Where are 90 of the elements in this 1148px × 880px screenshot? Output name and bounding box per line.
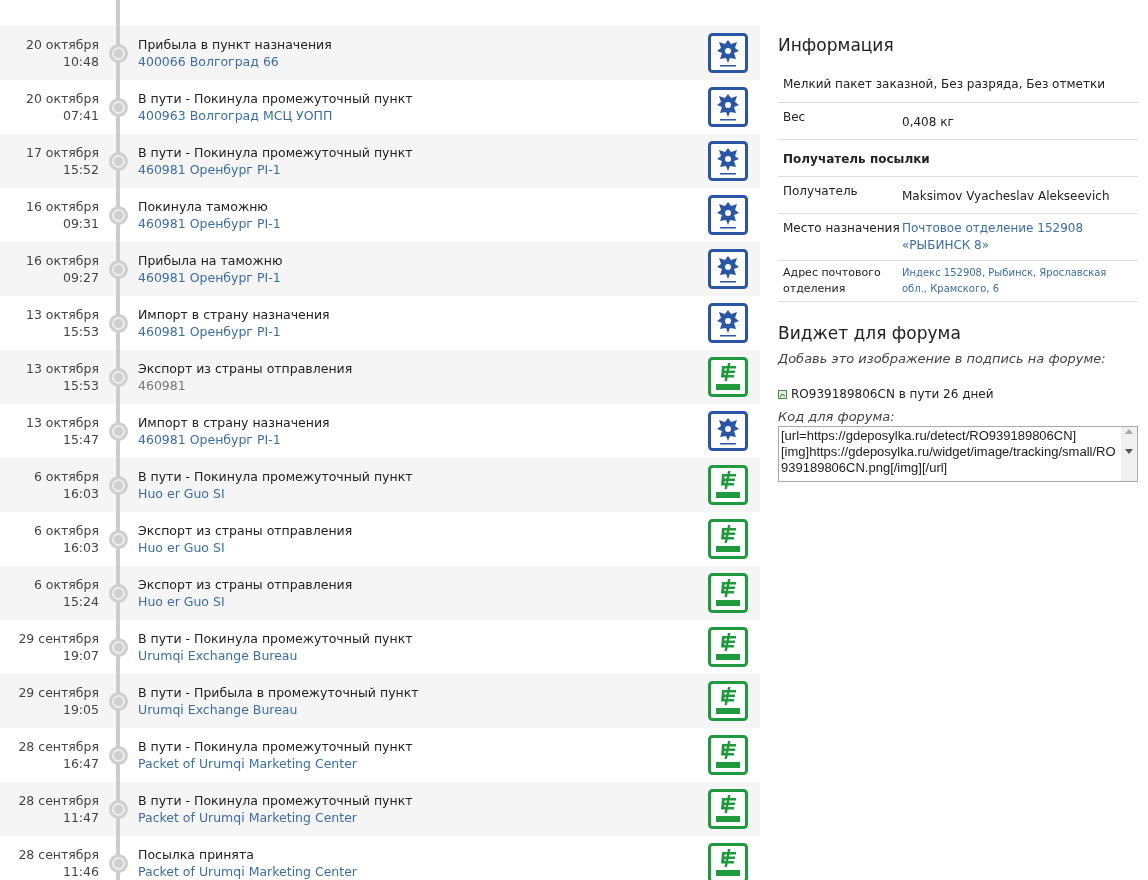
event-time: 09:27 <box>62 269 99 286</box>
location-link[interactable]: Huo er Guo SI <box>138 593 225 610</box>
info-heading: Информация <box>778 34 895 56</box>
info-value: Maksimov Vyacheslav Alekseevich <box>902 189 1110 203</box>
location-link[interactable]: 400963 Волгоград МСЦ УОПП <box>138 107 333 124</box>
event-status: В пути - Покинула промежуточный пункт <box>138 738 414 755</box>
event-time: 15:47 <box>62 431 99 448</box>
location-link[interactable]: 460981 Оренбург PI-1 <box>138 269 281 286</box>
event-status: В пути - Прибыла в промежуточный пункт <box>138 684 420 701</box>
post-emblem-icon <box>708 573 748 613</box>
location-link[interactable]: Urumqi Exchange Bureau <box>138 647 298 664</box>
code-textarea[interactable]: [url=https://gdeposylka.ru/detect/RO939189806CN][img]https://gdeposylka.ru/widget/image/tracking/small/RO939189806CN.png[/img][/url] <box>778 426 1138 482</box>
event-date: 6 октября <box>33 522 99 539</box>
image-icon <box>778 389 787 399</box>
event-status: В пути - Покинула промежуточный пункт <box>138 792 414 809</box>
event-time: 19:05 <box>62 701 99 718</box>
event-time: 11:46 <box>62 863 99 880</box>
location-link[interactable]: Huo er Guo SI <box>138 485 225 502</box>
event-location: 460981 <box>138 377 186 394</box>
info-label: Вес <box>783 109 807 126</box>
event-status: Посылка принята <box>138 846 255 863</box>
widget-heading: Виджет для форума <box>778 322 962 344</box>
event-status: Прибыла в пункт назначения <box>138 36 333 53</box>
location-link[interactable]: 460981 Оренбург PI-1 <box>138 323 281 340</box>
info-text: Мелкий пакет заказной, Без разряда, Без отметки <box>783 77 1105 91</box>
value-link[interactable]: Почтовое отделение 152908 «РЫБИНСК 8» <box>902 220 1133 254</box>
location-link[interactable]: 460981 Оренбург PI-1 <box>138 161 281 178</box>
post-emblem-icon <box>708 789 748 829</box>
location-link[interactable]: Urumqi Exchange Bureau <box>138 701 298 718</box>
post-emblem-icon <box>708 357 748 397</box>
info-label: Место назначения <box>783 220 901 237</box>
event-status: В пути - Покинула промежуточный пункт <box>138 90 414 107</box>
post-emblem-icon <box>708 735 748 775</box>
event-status: Экспорт из страны отправления <box>138 360 354 377</box>
event-date: 20 октября <box>25 36 99 53</box>
widget-hint: Добавь это изображение в подпись на форуме: <box>778 350 1107 368</box>
location-link[interactable]: Packet of Urumqi Marketing Center <box>138 863 357 880</box>
event-date: 6 октября <box>33 468 99 485</box>
event-status: Импорт в страну назначения <box>138 306 331 323</box>
event-time: 16:47 <box>62 755 99 772</box>
event-status: Покинула таможню <box>138 198 269 215</box>
event-time: 15:52 <box>62 161 99 178</box>
event-date: 29 сентября <box>18 630 99 647</box>
event-date: 20 октября <box>25 90 99 107</box>
event-time: 15:53 <box>62 377 99 394</box>
event-status: Экспорт из страны отправления <box>138 522 354 539</box>
info-label: Получатель <box>783 183 859 200</box>
scroll-down-icon[interactable] <box>1125 449 1133 454</box>
event-time: 11:47 <box>62 809 99 826</box>
info-label: Адрес почтового отделения <box>783 265 882 297</box>
event-date: 28 сентября <box>18 792 99 809</box>
event-time: 10:48 <box>62 53 99 70</box>
event-date: 6 октября <box>33 576 99 593</box>
event-status: В пути - Покинула промежуточный пункт <box>138 468 414 485</box>
location-link[interactable]: Packet of Urumqi Marketing Center <box>138 755 357 772</box>
event-date: 13 октября <box>25 306 99 323</box>
post-emblem-icon <box>708 627 748 667</box>
event-date: 28 сентября <box>18 846 99 863</box>
event-time: 09:31 <box>62 215 99 232</box>
location-link[interactable]: 400066 Волгоград 66 <box>138 53 279 70</box>
event-status: В пути - Покинула промежуточный пункт <box>138 144 414 161</box>
widget-image-text: RO939189806CN в пути 26 дней <box>791 386 994 402</box>
location-link[interactable]: Huo er Guo SI <box>138 539 225 556</box>
post-emblem-icon <box>708 465 748 505</box>
info-value: 0,408 кг <box>902 115 954 129</box>
event-status: Импорт в страну назначения <box>138 414 331 431</box>
event-time: 15:24 <box>62 593 99 610</box>
event-date: 17 октября <box>25 144 99 161</box>
value-link[interactable]: Индекс 152908, Рыбинск, Ярославская обл., Крамского, 6 <box>902 265 1133 297</box>
location-link[interactable]: 460981 Оренбург PI-1 <box>138 215 281 232</box>
event-status: Прибыла на таможню <box>138 252 284 269</box>
post-emblem-icon <box>708 681 748 721</box>
event-time: 15:53 <box>62 323 99 340</box>
section-heading: Получатель посылки <box>783 152 930 166</box>
event-time: 16:03 <box>62 539 99 556</box>
event-date: 13 октября <box>25 414 99 431</box>
location-link[interactable]: Packet of Urumqi Marketing Center <box>138 809 357 826</box>
event-date: 13 октября <box>25 360 99 377</box>
event-time: 16:03 <box>62 485 99 502</box>
event-status: В пути - Покинула промежуточный пункт <box>138 630 414 647</box>
event-date: 16 октября <box>25 252 99 269</box>
event-date: 28 сентября <box>18 738 99 755</box>
event-status: Экспорт из страны отправления <box>138 576 354 593</box>
post-emblem-icon <box>708 519 748 559</box>
event-time: 19:07 <box>62 647 99 664</box>
event-date: 29 сентября <box>18 684 99 701</box>
event-date: 16 октября <box>25 198 99 215</box>
code-label: Код для форума: <box>778 408 896 426</box>
event-time: 07:41 <box>62 107 99 124</box>
location-link[interactable]: 460981 Оренбург PI-1 <box>138 431 281 448</box>
